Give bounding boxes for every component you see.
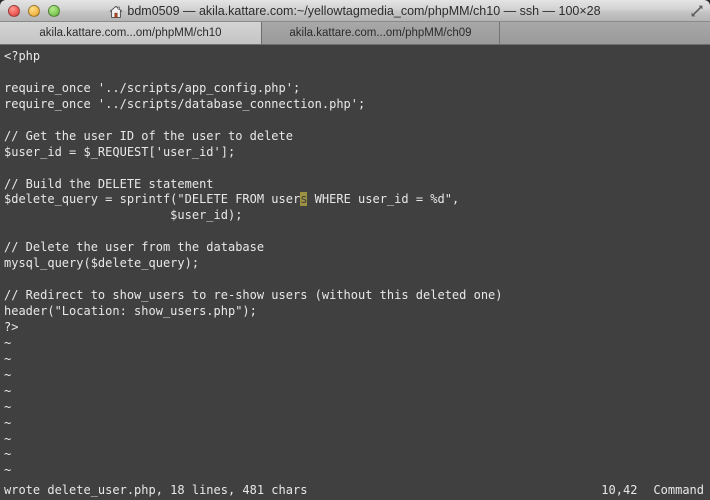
tab-bar: akila.kattare.com...om/phpMM/ch10 akila.… <box>0 22 710 45</box>
close-button[interactable] <box>8 5 20 17</box>
tab-label: akila.kattare.com...om/phpMM/ch10 <box>39 27 222 39</box>
editor-line: ?> <box>4 319 19 334</box>
tab-label: akila.kattare.com...om/phpMM/ch09 <box>289 27 472 39</box>
tab-ch09[interactable]: akila.kattare.com...om/phpMM/ch09 <box>262 22 500 44</box>
window-title-text: bdm0509 — akila.kattare.com:~/yellowtagm… <box>127 3 601 18</box>
editor-line: $user_id = $_REQUEST['user_id']; <box>4 144 236 159</box>
house-icon <box>109 5 123 19</box>
minimize-button[interactable] <box>28 5 40 17</box>
cursor-position: 10,42 <box>601 483 638 498</box>
zoom-button[interactable] <box>48 5 60 17</box>
line-text: WHERE user_id = %d", <box>307 192 460 207</box>
editor-buffer: <?php require_once '../scripts/app_confi… <box>4 49 710 479</box>
window-title-group: bdm0509 — akila.kattare.com:~/yellowtagm… <box>109 3 601 19</box>
editor-line: require_once '../scripts/database_connec… <box>4 96 366 111</box>
editor-line: ~ <box>4 399 12 414</box>
window-controls <box>8 0 60 22</box>
line-text: $delete_query = sprintf("DELETE FROM use… <box>4 192 301 207</box>
editor-line: header("Location: show_users.php"); <box>4 304 257 318</box>
editor-line: ~ <box>4 431 12 446</box>
title-bar: bdm0509 — akila.kattare.com:~/yellowtagm… <box>0 0 710 22</box>
vim-mode: Command <box>653 483 704 498</box>
editor-line: ~ <box>4 415 12 430</box>
editor-line: mysql_query($delete_query); <box>4 256 200 271</box>
editor-line: <?php <box>4 49 41 63</box>
editor-line: ~ <box>4 351 12 366</box>
editor-line: // Get the user ID of the user to delete <box>4 128 293 143</box>
editor-line: $user_id); <box>4 208 243 223</box>
editor-line: // Redirect to show_users to re-show use… <box>4 288 503 303</box>
editor-line: ~ <box>4 383 12 398</box>
status-message: wrote delete_user.php, 18 lines, 481 cha… <box>4 483 308 498</box>
editor-line: ~ <box>4 447 12 462</box>
editor-line: ~ <box>4 367 12 382</box>
vim-status-bar: wrote delete_user.php, 18 lines, 481 cha… <box>0 482 710 500</box>
editor-line: // Build the DELETE statement <box>4 176 214 191</box>
tab-bar-filler <box>500 22 710 44</box>
tab-ch10[interactable]: akila.kattare.com...om/phpMM/ch10 <box>0 22 262 44</box>
terminal-window: bdm0509 — akila.kattare.com:~/yellowtagm… <box>0 0 710 500</box>
editor-line: require_once '../scripts/app_config.php'… <box>4 80 301 95</box>
fullscreen-arrows-icon[interactable] <box>688 3 706 19</box>
editor-line: // Delete the user from the database <box>4 240 265 255</box>
editor-line: $delete_query = sprintf("DELETE FROM use… <box>4 192 710 208</box>
editor-line: ~ <box>4 463 12 478</box>
terminal-content[interactable]: <?php require_once '../scripts/app_confi… <box>0 45 710 500</box>
editor-line: ~ <box>4 335 12 350</box>
